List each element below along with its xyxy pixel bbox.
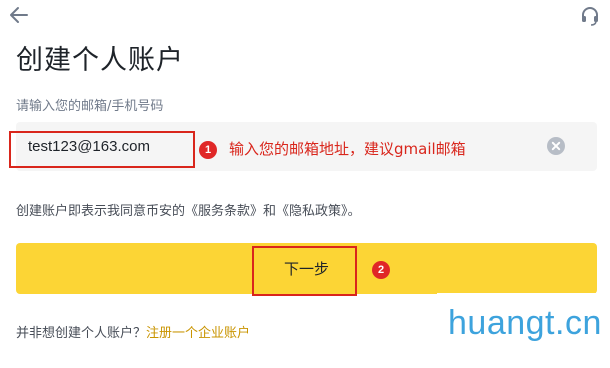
step-1-instruction: 输入您的邮箱地址，建议gmail邮箱	[229, 140, 466, 158]
clear-input-button[interactable]	[547, 137, 565, 155]
agreement-and: 和	[263, 204, 277, 219]
email-field-label: 请输入您的邮箱/手机号码	[16, 99, 164, 114]
footer-question: 并非想创建个人账户？	[16, 326, 147, 341]
clear-circle-icon	[547, 137, 565, 155]
privacy-link[interactable]: 《隐私政策》	[276, 204, 348, 219]
footer-text: 并非想创建个人账户？注册一个企业账户	[16, 322, 250, 341]
agreement-suffix: 。	[347, 204, 361, 219]
support-button[interactable]	[578, 4, 602, 28]
watermark: huangt.cn	[448, 304, 602, 342]
page-title: 创建个人账户	[16, 45, 184, 76]
agreement-prefix: 创建账户即表示我同意币安的	[16, 204, 186, 219]
business-account-link[interactable]: 注册一个企业账户	[146, 326, 250, 341]
back-button[interactable]	[8, 4, 30, 26]
terms-link[interactable]: 《服务条款》	[185, 204, 263, 219]
headset-icon	[582, 7, 598, 26]
agreement-text: 创建账户即表示我同意币安的《服务条款》和《隐私政策》。	[16, 200, 361, 219]
arrow-left-icon	[10, 7, 28, 23]
email-input[interactable]	[28, 122, 198, 171]
create-account-page: 创建个人账户 请输入您的邮箱/手机号码 1 输入您的邮箱地址，建议gmail邮箱…	[0, 0, 610, 368]
step-1-marker: 1	[199, 141, 217, 159]
step-2-marker: 2	[372, 261, 390, 279]
next-button-label: 下一步	[283, 260, 329, 278]
next-button[interactable]: 下一步	[16, 243, 597, 294]
